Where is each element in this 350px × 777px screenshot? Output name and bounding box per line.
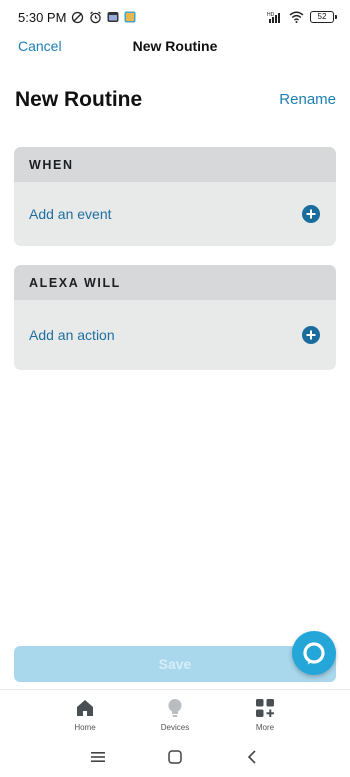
- home-icon: [74, 697, 96, 719]
- status-right: HD 52: [267, 11, 337, 23]
- alexa-will-card: ALEXA WILL Add an action: [14, 265, 336, 370]
- lightbulb-icon: [164, 697, 186, 719]
- add-event-plus-icon[interactable]: [302, 205, 320, 223]
- add-action-plus-icon[interactable]: [302, 326, 320, 344]
- page-title: New Routine: [15, 88, 143, 111]
- status-left: 5:30 PM: [18, 10, 136, 25]
- back-chevron-icon[interactable]: [237, 742, 267, 772]
- add-action-row[interactable]: Add an action: [14, 300, 336, 370]
- nav-label-home: Home: [74, 723, 96, 732]
- system-nav-bar: [0, 737, 350, 777]
- alexa-voice-button[interactable]: [292, 631, 336, 675]
- add-action-label: Add an action: [29, 327, 115, 343]
- home-square-icon[interactable]: [160, 742, 190, 772]
- add-event-label: Add an event: [29, 206, 112, 222]
- status-time: 5:30 PM: [18, 9, 67, 25]
- nav-item-more[interactable]: More: [235, 690, 295, 732]
- wifi-icon: [289, 11, 304, 23]
- battery-indicator: 52: [310, 11, 337, 23]
- status-bar: 5:30 PM HD 52: [0, 0, 350, 34]
- alexa-ring-icon: [301, 640, 327, 666]
- nav-header: Cancel New Routine: [0, 34, 350, 58]
- do-not-disturb-icon: [71, 11, 84, 24]
- when-card-header: WHEN: [14, 147, 336, 182]
- bottom-nav: Home Devices More: [0, 689, 350, 737]
- gallery-app-icon: [124, 11, 136, 23]
- rename-button[interactable]: Rename: [279, 91, 336, 108]
- calendar-app-icon: [107, 11, 119, 23]
- add-event-row[interactable]: Add an event: [14, 182, 336, 246]
- nav-label-more: More: [255, 723, 275, 732]
- alexa-will-card-header: ALEXA WILL: [14, 265, 336, 300]
- alarm-icon: [89, 11, 102, 24]
- when-card: WHEN Add an event: [14, 147, 336, 246]
- header-title: New Routine: [132, 38, 218, 54]
- nav-item-devices[interactable]: Devices: [145, 690, 205, 732]
- recents-menu-icon[interactable]: [83, 742, 113, 772]
- app-screen: 5:30 PM HD 52 Cancel New Routine New Rou…: [0, 0, 350, 777]
- grid-plus-icon: [254, 697, 276, 719]
- nav-item-home[interactable]: Home: [55, 690, 115, 732]
- save-button[interactable]: Save: [14, 646, 336, 682]
- nav-label-devices: Devices: [160, 723, 190, 732]
- signal-icon: HD: [267, 11, 283, 23]
